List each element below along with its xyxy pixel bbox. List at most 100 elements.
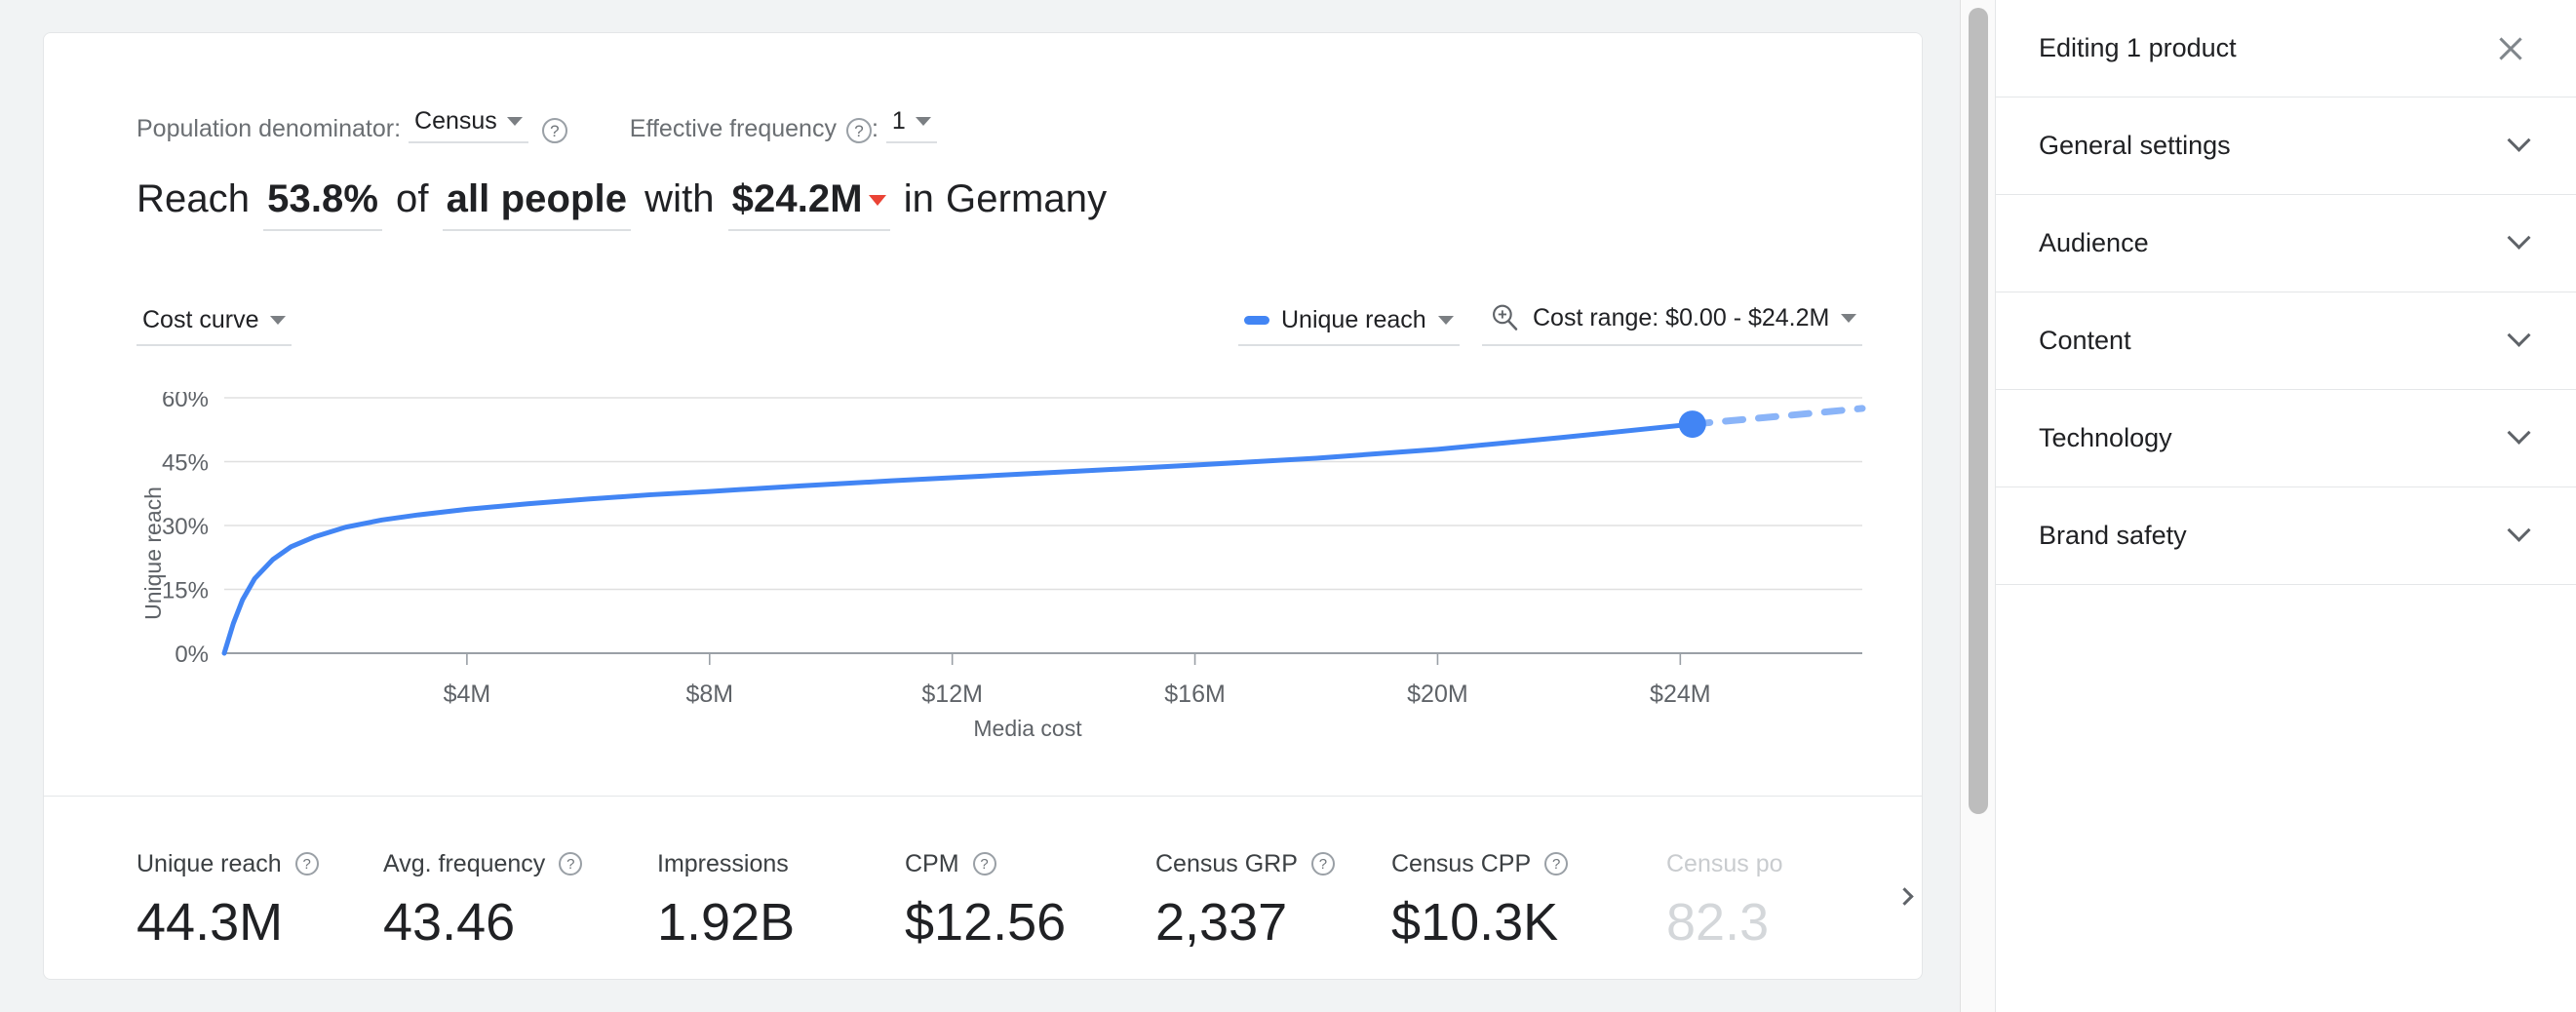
page-scrollbar[interactable]	[1960, 0, 1995, 1012]
reach-planner-card: Population denominator: Census ? Effecti…	[43, 32, 1923, 980]
metric-label-row: Census po	[1666, 848, 1783, 879]
metric-label: Census CPP	[1391, 849, 1532, 877]
caret-down-icon	[1841, 313, 1857, 323]
metric-value: 43.46	[383, 893, 516, 952]
panel-section-technology[interactable]: Technology	[1996, 390, 2576, 487]
metric-card: Impressions 1.92B	[657, 848, 795, 954]
headline-word-reach: Reach	[137, 177, 251, 220]
population-denominator-dropdown[interactable]: Census	[409, 107, 528, 143]
effective-frequency-value: 1	[891, 107, 906, 135]
chart-endpoint-marker[interactable]	[1678, 410, 1706, 439]
edit-panel-title: Editing 1 product	[2039, 33, 2237, 62]
metric-label-row: CPM?	[905, 848, 1066, 879]
population-denominator-value: Census	[414, 107, 497, 135]
metric-card: Census po 82.3	[1666, 848, 1783, 954]
chevron-right-icon	[1894, 886, 1914, 906]
chart-view-dropdown[interactable]: Cost curve	[137, 306, 293, 346]
help-circle-icon[interactable]: ?	[559, 852, 583, 876]
svg-text:$4M: $4M	[444, 681, 491, 708]
effective-frequency-label: Effective frequency	[629, 115, 837, 142]
svg-text:$12M: $12M	[921, 681, 983, 708]
metric-label-row: Avg. frequency?	[383, 848, 583, 879]
metric-value: 44.3M	[137, 893, 284, 952]
metric-value: 82.3	[1666, 893, 1770, 952]
panel-section-brand-safety[interactable]: Brand safety	[1996, 487, 2576, 585]
metric-label: Census GRP	[1155, 849, 1298, 877]
close-icon[interactable]	[2494, 32, 2527, 65]
caret-down-icon	[270, 316, 287, 325]
svg-text:15%: 15%	[162, 578, 209, 604]
metric-label: Unique reach	[137, 849, 282, 877]
svg-text:30%: 30%	[162, 514, 209, 540]
panel-section-label: Brand safety	[2039, 521, 2187, 550]
effective-frequency-help-icon[interactable]: ?	[845, 118, 872, 143]
headline-budget-value: $24.2M	[731, 177, 863, 220]
zoom-in-icon	[1493, 304, 1518, 331]
headline-audience[interactable]: all people	[442, 177, 632, 231]
effective-frequency-separator: :	[871, 115, 878, 142]
edit-panel-sections: General settings Audience Content Technolog…	[1996, 97, 2576, 585]
headline-word-of: of	[396, 177, 429, 220]
metric-card: CPM? $12.56	[905, 848, 1066, 954]
panel-section-label: Audience	[2039, 228, 2149, 257]
chart-series-dropdown[interactable]: Unique reach	[1238, 306, 1460, 346]
chart-options-row: Population denominator: Census ? Effecti…	[137, 104, 937, 143]
help-circle-icon[interactable]: ?	[1310, 852, 1335, 876]
cost-range-dropdown[interactable]: Cost range: $0.00 - $24.2M	[1482, 301, 1863, 346]
panel-section-audience[interactable]: Audience	[1996, 195, 2576, 292]
caret-down-icon	[1437, 316, 1454, 325]
metric-label-row: Unique reach?	[137, 848, 319, 879]
help-circle-icon[interactable]: ?	[1544, 852, 1569, 876]
headline-word-with: with	[644, 177, 715, 220]
svg-text:$24M: $24M	[1650, 681, 1711, 708]
panel-section-label: General settings	[2039, 131, 2231, 160]
chart-x-axis-title-text: Media cost	[973, 716, 1082, 741]
help-circle-icon[interactable]: ?	[294, 852, 319, 876]
cost-curve-chart[interactable]: 0% 15% 30% 45% 60% $4M $8M $12M $16M $20M $24M	[127, 392, 1921, 714]
headline-country: Germany	[946, 177, 1108, 220]
svg-text:0%: 0%	[175, 642, 209, 668]
panel-section-general-settings[interactable]: General settings	[1996, 97, 2576, 195]
metric-value: 2,337	[1155, 893, 1288, 952]
metric-label: Avg. frequency	[383, 849, 546, 877]
chart-series-layer	[221, 405, 1866, 656]
svg-text:$20M: $20M	[1407, 681, 1468, 708]
svg-text:$8M: $8M	[685, 681, 733, 708]
chevron-down-icon	[2507, 323, 2531, 347]
population-denominator-help-icon[interactable]: ?	[541, 118, 567, 143]
caret-down-red-icon	[868, 195, 886, 206]
page-scrollbar-thumb[interactable]	[1969, 8, 1988, 814]
chart-view-label: Cost curve	[142, 306, 259, 333]
edit-product-panel: Editing 1 product General settings Audien…	[1995, 0, 2576, 1012]
cost-range-label: Cost range: $0.00 - $24.2M	[1533, 303, 1830, 331]
chevron-down-icon	[2507, 128, 2531, 152]
metrics-scroll-right-button[interactable]	[1885, 876, 1922, 915]
metric-value: 1.92B	[657, 893, 796, 952]
headline-budget[interactable]: $24.2M	[727, 177, 890, 231]
panel-section-content[interactable]: Content	[1996, 292, 2576, 390]
app-root: Population denominator: Census ? Effecti…	[0, 0, 2576, 1012]
report-pane: Population denominator: Census ? Effecti…	[0, 0, 1960, 1012]
svg-text:60%: 60%	[162, 392, 209, 412]
metric-card: Census CPP? $10.3K	[1391, 848, 1569, 954]
effective-frequency-dropdown[interactable]: 1	[885, 107, 937, 143]
help-circle-icon[interactable]: ?	[972, 852, 996, 876]
headline-word-in: in	[903, 177, 935, 220]
cost-curve-chart-svg: 0% 15% 30% 45% 60% $4M $8M $12M $16M $20M $24M	[162, 392, 1866, 708]
metric-value: $12.56	[905, 893, 1067, 952]
panel-section-label: Content	[2039, 326, 2131, 355]
population-denominator-label: Population denominator:	[137, 115, 402, 142]
chevron-down-icon	[2507, 518, 2531, 542]
metric-card: Avg. frequency? 43.46	[383, 848, 583, 954]
caret-down-icon	[506, 117, 523, 126]
panel-section-label: Technology	[2039, 423, 2172, 452]
series-color-swatch-icon	[1244, 316, 1269, 325]
metrics-strip: Unique reach? 44.3M Avg. frequency? 43.46 Im…	[44, 797, 1922, 979]
metric-label-row: Census CPP?	[1391, 848, 1569, 879]
headline-reach-percent[interactable]: 53.8%	[263, 177, 383, 231]
metric-label: Impressions	[657, 849, 789, 877]
chart-x-ticks	[466, 653, 1682, 665]
chart-gridlines	[224, 397, 1862, 654]
reach-summary-headline: Reach 53.8% of all people with $24.2M in…	[137, 177, 1107, 231]
metric-label: CPM	[905, 849, 959, 877]
